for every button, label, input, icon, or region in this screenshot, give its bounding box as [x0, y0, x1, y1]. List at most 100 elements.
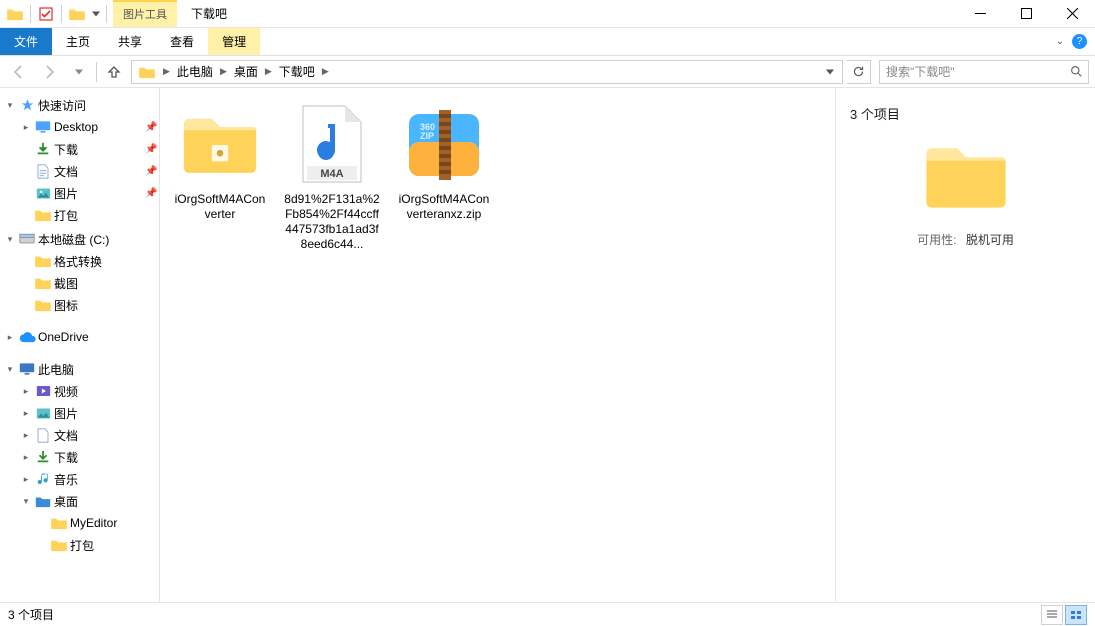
download-icon: [34, 449, 52, 465]
tab-view[interactable]: 查看: [156, 28, 208, 55]
search-input[interactable]: [880, 65, 1064, 79]
folder-icon: [179, 104, 261, 186]
search-icon[interactable]: [1064, 65, 1088, 78]
tree-quick-pictures[interactable]: ▸ 图片 📌: [0, 182, 159, 204]
file-item-folder[interactable]: iOrgSoftM4AConverter: [170, 104, 270, 222]
search-box[interactable]: [879, 60, 1089, 84]
picture-icon: [34, 405, 52, 421]
tree-onedrive[interactable]: ▸ OneDrive: [0, 326, 159, 348]
window-title: 下载吧: [177, 0, 241, 27]
breadcrumb-seg-0[interactable]: 此电脑: [173, 61, 217, 83]
tree-local-item-1[interactable]: ▸ 截图: [0, 272, 159, 294]
status-bar: 3 个项目: [0, 602, 1095, 626]
tree-label: 图标: [54, 297, 159, 314]
refresh-button[interactable]: [847, 60, 871, 84]
recent-locations-button[interactable]: [66, 59, 92, 85]
tree-label: 图片: [54, 185, 143, 202]
star-icon: [18, 97, 36, 113]
up-button[interactable]: [101, 59, 127, 85]
onedrive-icon: [18, 329, 36, 345]
details-thumb-icon: [921, 141, 1011, 213]
help-icon[interactable]: ?: [1072, 34, 1087, 49]
back-button[interactable]: [6, 59, 32, 85]
tree-label: 此电脑: [38, 361, 159, 378]
tree-pc-videos[interactable]: ▸ 视频: [0, 380, 159, 402]
tree-desktop-myeditor[interactable]: ▸ MyEditor: [0, 512, 159, 534]
addr-root-icon[interactable]: [134, 61, 160, 83]
context-tab-label: 图片工具: [123, 9, 167, 21]
nav-row: ▶ 此电脑 ▶ 桌面 ▶ 下载吧 ▶: [0, 56, 1095, 88]
tree-label: 文档: [54, 427, 159, 444]
desktop-folder-icon: [34, 493, 52, 509]
tree-pc-music[interactable]: ▸ 音乐: [0, 468, 159, 490]
tab-file[interactable]: 文件: [0, 28, 52, 55]
view-details-button[interactable]: [1041, 605, 1063, 625]
view-icons-button[interactable]: [1065, 605, 1087, 625]
file-list[interactable]: iOrgSoftM4AConverter M4A 8d91%2F131a%2Fb…: [160, 88, 835, 602]
svg-text:M4A: M4A: [320, 168, 343, 180]
file-item-zip[interactable]: 360ZIP iOrgSoftM4AConverteranxz.zip: [394, 104, 494, 222]
tree-local-item-2[interactable]: ▸ 图标: [0, 294, 159, 316]
folder-icon: [34, 297, 52, 313]
breadcrumb-seg-2[interactable]: 下载吧: [275, 61, 319, 83]
tree-label: 下载: [54, 449, 159, 466]
tree-quick-downloads[interactable]: ▸ 下载 📌: [0, 138, 159, 160]
qat-dropdown-icon[interactable]: [90, 3, 102, 25]
file-item-m4a[interactable]: M4A 8d91%2F131a%2Fb854%2Ff44ccff447573fb…: [282, 104, 382, 252]
context-tab-picture-tools[interactable]: 图片工具: [113, 0, 177, 27]
tree-label: 文档: [54, 163, 143, 180]
tab-home[interactable]: 主页: [52, 28, 104, 55]
chevron-right-icon[interactable]: ▶: [262, 66, 275, 77]
pin-icon: 📌: [145, 188, 159, 199]
forward-button[interactable]: [36, 59, 62, 85]
maximize-button[interactable]: [1003, 0, 1049, 27]
folder-icon: [34, 275, 52, 291]
breadcrumb-seg-1[interactable]: 桌面: [230, 61, 262, 83]
tree-label: OneDrive: [38, 330, 159, 344]
m4a-icon: M4A: [291, 104, 373, 186]
tree-desktop-dabao[interactable]: ▸ 打包: [0, 534, 159, 556]
tab-share[interactable]: 共享: [104, 28, 156, 55]
tree-label: 图片: [54, 405, 159, 422]
addr-dropdown-button[interactable]: [820, 59, 840, 85]
window-controls: [957, 0, 1095, 27]
ribbon-tabs: 文件 主页 共享 查看 管理 ⌄ ?: [0, 28, 1095, 56]
close-button[interactable]: [1049, 0, 1095, 27]
tree-pc-documents[interactable]: ▸ 文档: [0, 424, 159, 446]
pin-icon: 📌: [145, 122, 159, 133]
tree-label: 打包: [70, 537, 159, 554]
folder-icon: [34, 253, 52, 269]
tree-quick-documents[interactable]: ▸ 文档 📌: [0, 160, 159, 182]
details-title: 3 个项目: [850, 104, 1081, 123]
picture-icon: [34, 185, 52, 201]
drive-icon: [18, 231, 36, 247]
tree-local-item-0[interactable]: ▸ 格式转换: [0, 250, 159, 272]
qat-checkbox-icon[interactable]: [35, 3, 57, 25]
body: ▾ 快速访问 ▸ Desktop 📌 ▸ 下载 📌 ▸ 文档 📌 ▸ 图片 📌: [0, 88, 1095, 602]
folder-icon: [34, 207, 52, 223]
chevron-right-icon[interactable]: ▶: [319, 66, 332, 77]
ribbon-collapse-icon[interactable]: ⌄: [1056, 36, 1064, 47]
tab-manage[interactable]: 管理: [208, 28, 260, 55]
qat-folder-icon[interactable]: [4, 3, 26, 25]
minimize-button[interactable]: [957, 0, 1003, 27]
tree-pc-desktop[interactable]: ▾ 桌面: [0, 490, 159, 512]
tree-local-disk[interactable]: ▾ 本地磁盘 (C:): [0, 228, 159, 250]
tree-quick-dabao[interactable]: ▸ 打包: [0, 204, 159, 226]
tree-label: 桌面: [54, 493, 159, 510]
tree-label: 视频: [54, 383, 159, 400]
tree-this-pc[interactable]: ▾ 此电脑: [0, 358, 159, 380]
qat-folder2-icon[interactable]: [66, 3, 88, 25]
chevron-right-icon[interactable]: ▶: [217, 66, 230, 77]
document-icon: [34, 163, 52, 179]
details-availability: 可用性: 脱机可用: [850, 231, 1081, 248]
tree-quick-access[interactable]: ▾ 快速访问: [0, 94, 159, 116]
address-bar[interactable]: ▶ 此电脑 ▶ 桌面 ▶ 下载吧 ▶: [131, 60, 843, 84]
tree-label: 格式转换: [54, 253, 159, 270]
tree-pc-pictures[interactable]: ▸ 图片: [0, 402, 159, 424]
video-icon: [34, 383, 52, 399]
chevron-right-icon[interactable]: ▶: [160, 66, 173, 77]
svg-text:ZIP: ZIP: [420, 131, 434, 141]
tree-quick-desktop[interactable]: ▸ Desktop 📌: [0, 116, 159, 138]
tree-pc-downloads[interactable]: ▸ 下载: [0, 446, 159, 468]
